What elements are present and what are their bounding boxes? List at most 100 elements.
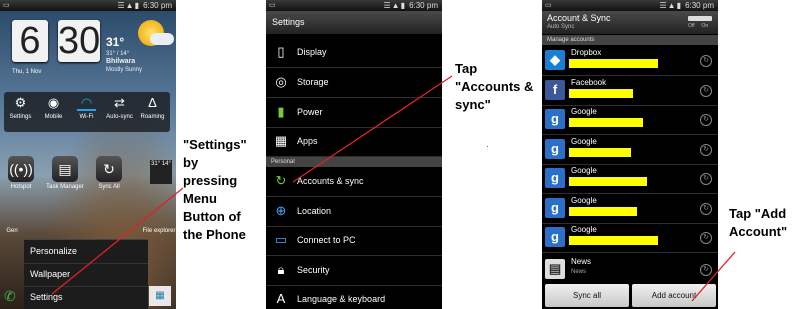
add-account-button[interactable]: Add account <box>632 284 716 307</box>
app-sync-all[interactable]: ↻ Sync All <box>90 156 128 190</box>
redaction-bar <box>569 236 658 245</box>
status-bar: ▭ ☰▲▮ 6:30 pm <box>0 0 176 11</box>
status-time: 6:30 pm <box>143 1 172 10</box>
accounts-sync-phone: ▭ ☰▲▮ 6:30 pm Account & Sync Auto Sync O… <box>542 0 718 309</box>
page-title: Account & Sync <box>547 13 611 23</box>
account-row-google[interactable]: g Google ↻ <box>542 194 718 224</box>
dropbox-icon: ◆ <box>545 50 565 70</box>
redaction-bar <box>569 206 637 216</box>
app-task-manager[interactable]: ▤ Task Manager <box>46 156 84 190</box>
account-row-google[interactable]: g Google ↻ <box>542 105 718 135</box>
settings-item-security[interactable]: 🔒︎ Security <box>266 256 442 286</box>
toggle-auto-sync[interactable]: ⇄ Auto-sync <box>103 92 136 132</box>
settings-item-power[interactable]: ▮ Power <box>266 98 442 128</box>
toggle-wifi[interactable]: ◠ Wi-Fi <box>70 92 103 132</box>
redaction-bar <box>569 59 658 68</box>
sync-icon: ↻ <box>700 84 712 97</box>
sync-icon: ↻ <box>700 202 712 215</box>
clock-minute: 30 <box>58 20 101 62</box>
settings-item-apps[interactable]: ▦ Apps <box>266 127 442 157</box>
settings-item-accounts-sync[interactable]: ↻ Accounts & sync <box>266 167 442 197</box>
weather-badge: 31° 14° <box>150 160 172 184</box>
google-icon: g <box>545 197 565 218</box>
title-bar: Account & Sync Auto Sync Off On <box>542 11 718 34</box>
quick-toggle-bar: ⚙ Settings ◉ Mobile ◠ Wi-Fi ⇄ Auto-sync … <box>4 92 170 132</box>
notification-icon: ▭ <box>545 2 552 9</box>
annotation-accounts-sync: Tap "Accounts & sync" <box>455 61 534 112</box>
account-name: Google <box>571 225 597 234</box>
google-icon: g <box>545 227 565 247</box>
display-icon: ▯ <box>277 44 285 59</box>
storage-icon: ◎ <box>275 74 287 89</box>
account-name: Google <box>571 195 597 205</box>
sync-icon: ↻ <box>275 173 287 188</box>
account-row-facebook[interactable]: f Facebook ↻ <box>542 76 718 106</box>
google-icon: g <box>545 109 565 129</box>
stray-dot <box>487 146 488 147</box>
section-header-manage-accounts: Manage accounts <box>542 35 718 45</box>
date: Thu, 1 Nov <box>12 69 42 75</box>
menu-item-settings[interactable]: Settings <box>24 286 148 309</box>
globe-icon: ◉ <box>47 95 60 110</box>
notification-icon: ▭ <box>3 2 10 9</box>
settings-item-language-keyboard[interactable]: A Language & keyboard <box>266 285 442 309</box>
sync-icon: ↻ <box>700 55 712 67</box>
account-row-google[interactable]: g Google ↻ <box>542 223 718 253</box>
menu-item-wallpaper[interactable]: Wallpaper <box>24 263 148 287</box>
weather-condition: Mostly Sunny <box>106 67 143 73</box>
auto-sync-toggle[interactable] <box>688 16 712 21</box>
wifi-active-bar <box>77 109 96 111</box>
app-hotspot[interactable]: ((•)) Hotspot <box>2 156 40 190</box>
annotation-settings: "Settings" by pressing Menu Button of th… <box>183 137 247 242</box>
app-gen[interactable]: Gen <box>0 228 24 234</box>
sync-icon: ↻ <box>700 114 712 126</box>
account-row-news[interactable]: ▤ News News ↻ <box>542 255 718 284</box>
google-icon: g <box>545 138 565 159</box>
phone-icon[interactable]: ✆ <box>4 286 24 306</box>
auto-sync-label: Auto Sync <box>547 24 575 30</box>
facebook-icon: f <box>545 79 565 100</box>
notification-icon: ▭ <box>269 2 276 9</box>
lock-icon: 🔒︎ <box>277 262 285 277</box>
account-name: Dropbox <box>571 48 602 57</box>
settings-item-display[interactable]: ▯ Display <box>266 38 442 68</box>
account-name: Google <box>571 166 597 175</box>
sync-icon: ↻ <box>700 264 712 276</box>
keyboard-icon: A <box>276 291 286 306</box>
auto-sync-toggle-labels: Off On <box>688 23 709 29</box>
sync-icon: ↻ <box>700 143 712 156</box>
settings-item-location[interactable]: ⊕ Location <box>266 197 442 227</box>
apps-icon: ▦ <box>274 133 288 148</box>
account-row-google[interactable]: g Google ↻ <box>542 164 718 194</box>
settings-item-connect-pc[interactable]: ▭ Connect to PC <box>266 226 442 256</box>
settings-item-storage[interactable]: ◎ Storage <box>266 68 442 98</box>
clock-hour: 6 <box>12 20 48 62</box>
sync-all-button[interactable]: Sync all <box>545 284 629 307</box>
temperature: 31° <box>106 35 125 49</box>
status-time: 6:30 pm <box>685 1 714 10</box>
pc-icon: ▭ <box>274 232 288 247</box>
signal-icons: ☰▲▮ <box>659 1 682 10</box>
sync-all-icon: ↻ <box>96 156 122 182</box>
task-manager-icon: ▤ <box>52 156 78 182</box>
sync-icon: ↻ <box>700 173 712 185</box>
google-icon: g <box>545 168 565 188</box>
roaming-icon: Δ <box>148 95 157 110</box>
gear-icon: ⚙ <box>14 95 27 110</box>
menu-item-personalize[interactable]: Personalize <box>24 240 148 264</box>
toggle-roaming[interactable]: Δ Roaming <box>136 92 169 132</box>
settings-phone: ▭ ☰▲▮ 6:30 pm Settings ▯ Display ◎ Stora… <box>266 0 442 309</box>
redaction-bar <box>569 147 631 157</box>
location-icon: ⊕ <box>275 203 287 218</box>
account-row-dropbox[interactable]: ◆ Dropbox ↻ <box>542 46 718 76</box>
toggle-settings[interactable]: ⚙ Settings <box>4 92 37 132</box>
account-name: Facebook <box>571 77 607 87</box>
toggle-mobile[interactable]: ◉ Mobile <box>37 92 70 132</box>
temp-range: 31° / 14° <box>106 51 130 57</box>
sync-icon: ↻ <box>700 232 712 244</box>
apps-grid-icon[interactable]: ▦ <box>149 286 171 306</box>
account-row-google[interactable]: g Google ↻ <box>542 135 718 165</box>
menu-popup: Personalize Wallpaper Settings <box>24 239 148 309</box>
cloud-icon <box>150 33 174 45</box>
app-file-explorer[interactable]: File explorer <box>142 228 176 234</box>
